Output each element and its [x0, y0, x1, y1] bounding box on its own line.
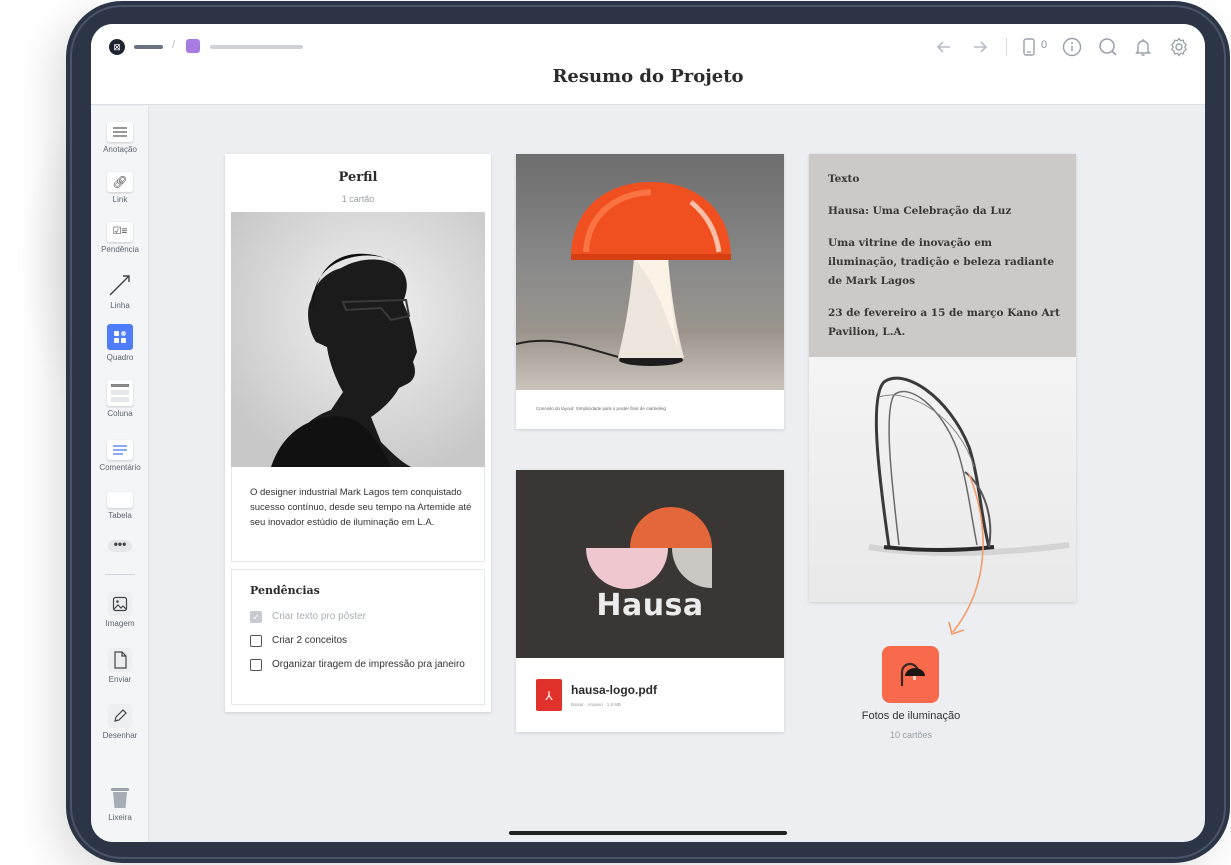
- todo-item[interactable]: Criar 2 conceitos: [250, 633, 476, 649]
- checkbox[interactable]: [250, 659, 262, 671]
- portrait-photo[interactable]: [231, 212, 485, 467]
- tool-link[interactable]: 🔗︎ Link: [91, 172, 149, 204]
- home-indicator[interactable]: [509, 831, 787, 835]
- tool-label: Imagem: [105, 619, 135, 628]
- todo-icon: ☑≡: [107, 222, 133, 242]
- breadcrumb-separator: /: [172, 39, 176, 51]
- todo-text: Criar 2 conceitos: [272, 635, 348, 646]
- board-icon: [107, 324, 133, 350]
- lamp-image-card[interactable]: Conceito do layout: Simplicidade para o …: [516, 154, 784, 429]
- tool-column[interactable]: Coluna: [91, 380, 149, 418]
- connector-arrow[interactable]: [941, 464, 1001, 644]
- profile-card-count: 1 cartão: [341, 194, 375, 204]
- tool-trash[interactable]: Lixeira: [91, 786, 149, 822]
- link-icon: 🔗︎: [107, 172, 133, 192]
- tool-board[interactable]: Quadro: [91, 324, 149, 362]
- device-count: 0: [1041, 39, 1048, 51]
- text-subheading: Uma vitrine de inovação em iluminação, t…: [828, 237, 1055, 287]
- file-meta: Baixar · Arquivo · 1,8 MB: [571, 702, 622, 707]
- text-label: Texto: [828, 173, 860, 185]
- tool-label: Lixeira: [108, 813, 132, 822]
- info-icon[interactable]: [1061, 36, 1083, 58]
- app-logo-icon[interactable]: ⊠: [109, 39, 125, 55]
- text-heading: Hausa: Uma Celebração da Luz: [828, 205, 1012, 217]
- app-screen: ⊠ / 0 Resumo do Projeto Anotação 🔗︎ Link…: [91, 24, 1205, 842]
- tool-upload[interactable]: Enviar: [91, 648, 149, 684]
- todo-title: Pendências: [250, 584, 320, 597]
- tool-label: Anotação: [103, 145, 137, 154]
- text-block[interactable]: Texto Hausa: Uma Celebração da Luz Uma v…: [809, 154, 1076, 357]
- hausa-logo-text: Hausa: [596, 588, 704, 623]
- profile-card[interactable]: Perfil 1 cartão O designer industrial Ma…: [225, 154, 491, 712]
- tool-label: Enviar: [108, 675, 132, 684]
- note-icon: [107, 122, 133, 142]
- toolbar-divider: [1006, 38, 1007, 56]
- tool-label: Coluna: [107, 409, 133, 418]
- tool-label: Quadro: [106, 353, 134, 362]
- checkbox[interactable]: [250, 635, 262, 647]
- tool-note[interactable]: Anotação: [91, 122, 149, 154]
- table-icon: [107, 492, 133, 508]
- bio-text: O designer industrial Mark Lagos tem con…: [250, 487, 472, 528]
- tool-todo[interactable]: ☑≡ Pendência: [91, 222, 149, 254]
- tool-label: Comentário: [99, 463, 141, 472]
- top-bar: ⊠ / 0 Resumo do Projeto: [91, 24, 1205, 105]
- pencil-icon: [108, 704, 132, 728]
- text-dates: 23 de fevereiro a 15 de março Kano Art P…: [828, 307, 1060, 338]
- tool-label: Desenhar: [102, 731, 138, 740]
- profile-title: Perfil: [338, 170, 378, 185]
- bio-note[interactable]: O designer industrial Mark Lagos tem con…: [231, 467, 485, 562]
- pdf-file-icon: ⅄: [536, 679, 562, 711]
- back-arrow-icon[interactable]: [933, 36, 955, 58]
- tool-sidebar: Anotação 🔗︎ Link ☑≡ Pendência Linha Quad…: [91, 106, 149, 842]
- tool-draw[interactable]: Desenhar: [91, 704, 149, 740]
- todo-text: Criar texto pro pôster: [272, 611, 366, 622]
- breadcrumb-board-icon[interactable]: [186, 39, 200, 53]
- upload-icon: [108, 648, 132, 672]
- tool-label: Pendência: [101, 245, 139, 254]
- tool-label: Linha: [110, 301, 130, 310]
- todo-item[interactable]: Organizar tiragem de impressão pra janei…: [250, 657, 476, 673]
- forward-arrow-icon[interactable]: [969, 36, 991, 58]
- lamp-folder-icon[interactable]: [882, 646, 939, 703]
- sidebar-divider: [105, 574, 135, 575]
- tool-table[interactable]: Tabela: [91, 492, 149, 520]
- breadcrumb-board[interactable]: [210, 45, 303, 49]
- breadcrumb-home[interactable]: [134, 45, 163, 49]
- tool-label: Link: [112, 195, 128, 204]
- file-name[interactable]: hausa-logo.pdf: [571, 683, 657, 697]
- lamp-caption: Conceito do layout: Simplicidade para o …: [536, 406, 666, 411]
- tool-more[interactable]: •••: [91, 538, 149, 552]
- image-icon: [108, 592, 132, 616]
- folder-count: 10 cartões: [889, 730, 933, 740]
- todo-item[interactable]: ✓ Criar texto pro pôster: [250, 609, 476, 625]
- search-icon[interactable]: [1097, 36, 1119, 58]
- tool-image[interactable]: Imagem: [91, 592, 149, 628]
- tool-line[interactable]: Linha: [91, 272, 149, 310]
- todo-list[interactable]: Pendências ✓ Criar texto pro pôster Cria…: [231, 569, 485, 705]
- device-icon[interactable]: [1018, 36, 1040, 58]
- trash-icon: [108, 786, 132, 810]
- tool-label: Tabela: [108, 511, 132, 520]
- hausa-file-card[interactable]: Hausa ⅄ hausa-logo.pdf Baixar · Arquivo …: [516, 470, 784, 732]
- todo-text: Organizar tiragem de impressão pra janei…: [272, 659, 465, 670]
- comment-icon: [107, 440, 133, 460]
- more-dots-icon: •••: [108, 538, 132, 552]
- page-title: Resumo do Projeto: [552, 66, 744, 87]
- bell-icon[interactable]: [1132, 36, 1154, 58]
- line-icon: [107, 272, 133, 298]
- lamp-photo[interactable]: [516, 154, 784, 390]
- gear-icon[interactable]: [1168, 36, 1190, 58]
- column-icon: [107, 380, 133, 406]
- folder-label[interactable]: Fotos de iluminação: [831, 710, 991, 722]
- hausa-logo-preview[interactable]: Hausa: [516, 470, 784, 658]
- tool-comment[interactable]: Comentário: [91, 440, 149, 472]
- checkbox-checked[interactable]: ✓: [250, 611, 262, 623]
